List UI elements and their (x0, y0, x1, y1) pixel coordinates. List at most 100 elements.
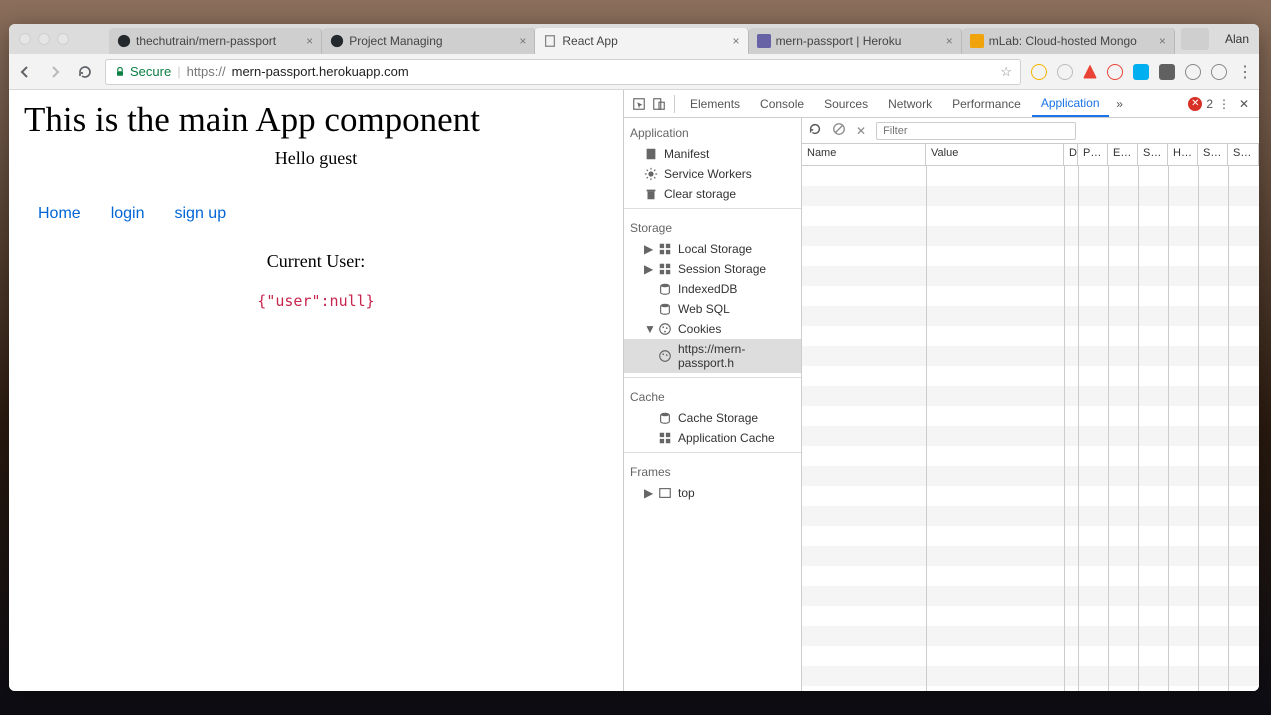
tab-mlab[interactable]: mLab: Cloud-hosted Mongo × (962, 28, 1175, 54)
tab-label: mLab: Cloud-hosted Mongo (989, 34, 1154, 48)
user-json: {"user":null} (24, 292, 608, 310)
minimize-window[interactable] (38, 33, 50, 45)
close-devtools-icon[interactable]: ✕ (1235, 95, 1253, 113)
tab-application[interactable]: Application (1032, 90, 1109, 117)
close-icon[interactable]: × (519, 34, 526, 48)
tab-label: Project Managing (349, 34, 514, 48)
devtools: Elements Console Sources Network Perform… (623, 90, 1259, 691)
tab-console[interactable]: Console (751, 90, 813, 117)
devtools-body: Application Manifest Service Workers Cle… (624, 118, 1259, 691)
more-tabs-icon[interactable]: » (1111, 95, 1129, 113)
tab-github-repo[interactable]: thechutrain/mern-passport × (109, 28, 322, 54)
back-button[interactable] (15, 62, 35, 82)
item-websql[interactable]: Web SQL (624, 299, 801, 319)
delete-icon[interactable]: ✕ (856, 124, 866, 138)
item-cookie-origin[interactable]: https://mern-passport.h (624, 339, 801, 373)
item-local-storage[interactable]: ▶Local Storage (624, 239, 801, 259)
refresh-icon[interactable] (808, 122, 822, 139)
omnibox[interactable]: Secure | https://mern-passport.herokuapp… (105, 59, 1021, 85)
bookmark-star-icon[interactable]: ☆ (1000, 64, 1012, 80)
col-size[interactable]: S… (1138, 144, 1168, 165)
page-heading: This is the main App component (24, 100, 608, 140)
col-expires[interactable]: E… (1108, 144, 1138, 165)
ext-icon-6[interactable] (1159, 64, 1175, 80)
tab-performance[interactable]: Performance (943, 90, 1030, 117)
tab-strip: thechutrain/mern-passport × Project Mana… (109, 24, 1175, 54)
secure-badge: Secure (114, 64, 171, 79)
inspect-icon[interactable] (630, 95, 648, 113)
expand-icon[interactable]: ▶ (644, 486, 652, 500)
toolbar: Secure | https://mern-passport.herokuapp… (9, 54, 1259, 90)
error-count: 2 (1206, 97, 1213, 111)
group-frames: Frames (624, 457, 801, 483)
tab-heroku[interactable]: mern-passport | Heroku × (749, 28, 962, 54)
item-manifest[interactable]: Manifest (624, 144, 801, 164)
close-icon[interactable]: × (1159, 34, 1166, 48)
expand-icon[interactable]: ▶ (644, 262, 652, 276)
collapse-icon[interactable]: ▼ (644, 322, 652, 336)
item-top-frame[interactable]: ▶top (624, 483, 801, 503)
close-icon[interactable]: × (733, 34, 740, 48)
tab-react-app[interactable]: React App × (535, 28, 748, 54)
col-domain[interactable]: D (1064, 144, 1078, 165)
close-window[interactable] (19, 33, 31, 45)
item-clear-storage[interactable]: Clear storage (624, 184, 801, 204)
device-toggle-icon[interactable] (650, 95, 668, 113)
browser-window: thechutrain/mern-passport × Project Mana… (9, 24, 1259, 691)
profile-name[interactable]: Alan (1215, 32, 1259, 46)
tab-sources[interactable]: Sources (815, 90, 877, 117)
content-area: This is the main App component Hello gue… (9, 90, 1259, 691)
col-samesite[interactable]: S… (1228, 144, 1259, 165)
close-icon[interactable]: × (306, 34, 313, 48)
github-icon (330, 34, 344, 48)
col-value[interactable]: Value (926, 144, 1064, 165)
grid-header: Name Value D P… E… S… H… S… S… (802, 144, 1259, 166)
tab-network[interactable]: Network (879, 90, 941, 117)
clear-icon[interactable] (832, 122, 846, 139)
nav-links: Home login sign up (24, 205, 608, 223)
reload-button[interactable] (75, 62, 95, 82)
ext-icon-5[interactable] (1133, 64, 1149, 80)
item-application-cache[interactable]: Application Cache (624, 428, 801, 448)
ext-icon-7[interactable] (1185, 64, 1201, 80)
extensions (1031, 64, 1227, 80)
tab-project-managing[interactable]: Project Managing × (322, 28, 535, 54)
ext-icon-8[interactable] (1211, 64, 1227, 80)
application-sidebar: Application Manifest Service Workers Cle… (624, 118, 802, 691)
col-path[interactable]: P… (1078, 144, 1108, 165)
link-login[interactable]: login (111, 205, 145, 223)
item-session-storage[interactable]: ▶Session Storage (624, 259, 801, 279)
item-cookies[interactable]: ▼Cookies (624, 319, 801, 339)
devtools-tabbar: Elements Console Sources Network Perform… (624, 90, 1259, 118)
page-icon (543, 34, 557, 48)
grid-body[interactable] (802, 166, 1259, 691)
ext-icon-1[interactable] (1031, 64, 1047, 80)
ext-icon-4[interactable] (1107, 64, 1123, 80)
link-signup[interactable]: sign up (175, 205, 227, 223)
expand-icon[interactable]: ▶ (644, 242, 652, 256)
tab-elements[interactable]: Elements (681, 90, 749, 117)
error-indicator[interactable]: ✕ 2 (1188, 97, 1213, 111)
link-home[interactable]: Home (38, 205, 81, 223)
col-secure[interactable]: S… (1198, 144, 1228, 165)
filter-input[interactable] (876, 122, 1076, 140)
close-icon[interactable]: × (946, 34, 953, 48)
item-indexeddb[interactable]: IndexedDB (624, 279, 801, 299)
devtools-menu-icon[interactable]: ⋮ (1215, 95, 1233, 113)
current-user-label: Current User: (24, 251, 608, 272)
item-cache-storage[interactable]: Cache Storage (624, 408, 801, 428)
forward-button[interactable] (45, 62, 65, 82)
grid-toolbar: ✕ (802, 118, 1259, 144)
browser-menu-icon[interactable]: ⋮ (1237, 62, 1253, 82)
new-tab-button[interactable] (1181, 28, 1209, 50)
mlab-icon (970, 34, 984, 48)
item-service-workers[interactable]: Service Workers (624, 164, 801, 184)
col-httponly[interactable]: H… (1168, 144, 1198, 165)
github-icon (117, 34, 131, 48)
col-name[interactable]: Name (802, 144, 926, 165)
ext-icon-3[interactable] (1083, 65, 1097, 79)
maximize-window[interactable] (57, 33, 69, 45)
url-host: mern-passport.herokuapp.com (232, 64, 409, 79)
ext-icon-2[interactable] (1057, 64, 1073, 80)
secure-label: Secure (130, 64, 171, 79)
